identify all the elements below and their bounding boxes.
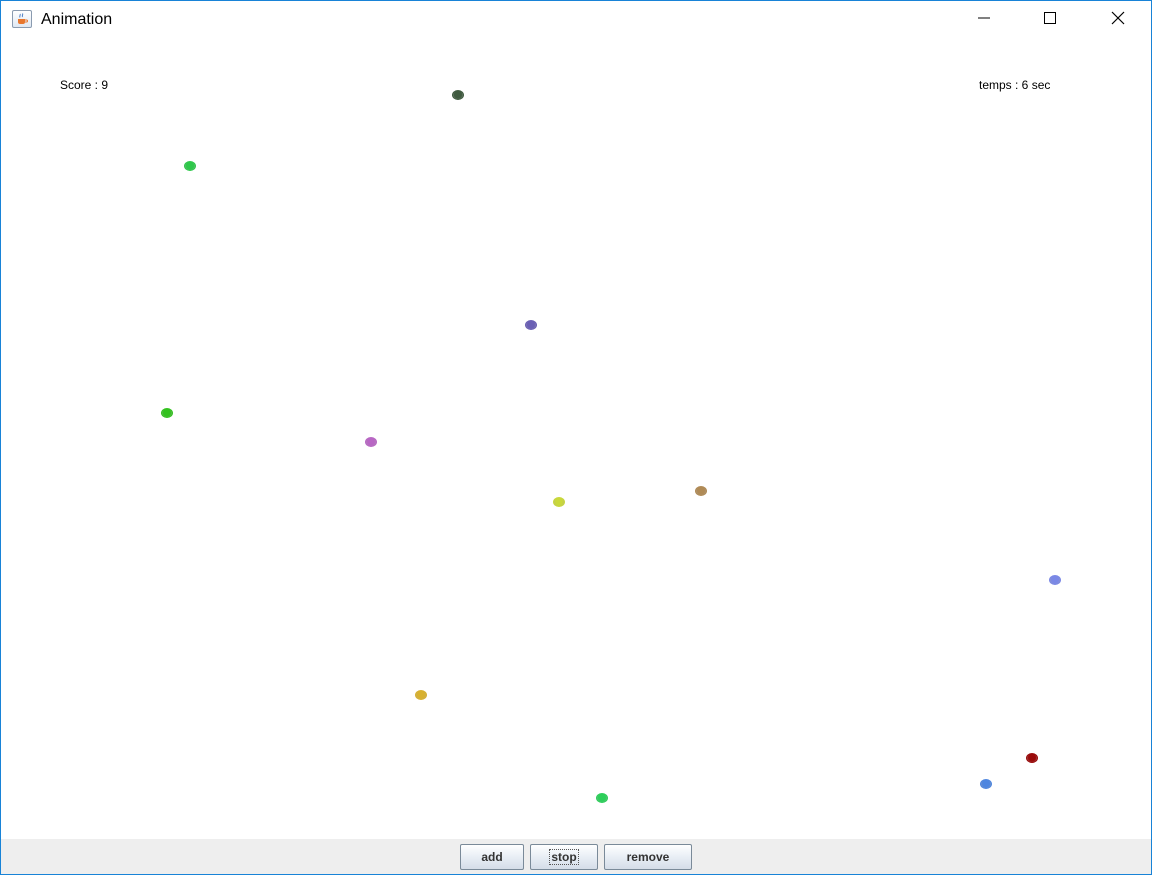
- score-label: Score : 9: [60, 78, 109, 92]
- app-window: Animation Score : 9 temps : 6 sec add st…: [0, 0, 1152, 875]
- ball: [980, 779, 992, 789]
- title-bar[interactable]: Animation: [1, 1, 1151, 39]
- ball: [365, 437, 377, 447]
- window-title: Animation: [41, 11, 113, 28]
- time-label: temps : 6 sec: [979, 78, 1051, 92]
- maximize-icon: [1044, 11, 1056, 29]
- animation-canvas[interactable]: Score : 9 temps : 6 sec: [1, 39, 1151, 839]
- ball: [161, 408, 173, 418]
- minimize-icon: [978, 11, 990, 29]
- minimize-button[interactable]: [961, 1, 1007, 39]
- ball: [553, 497, 565, 507]
- remove-button[interactable]: remove: [604, 844, 692, 870]
- ball: [415, 690, 427, 700]
- ball: [525, 320, 537, 330]
- ball: [695, 486, 707, 496]
- ball: [452, 90, 464, 100]
- stop-button[interactable]: stop: [530, 844, 598, 870]
- close-button[interactable]: [1095, 1, 1141, 39]
- close-icon: [1111, 11, 1125, 30]
- ball: [1049, 575, 1061, 585]
- add-button[interactable]: add: [460, 844, 524, 870]
- ball: [1026, 753, 1038, 763]
- java-cup-icon: [12, 10, 32, 28]
- ball: [596, 793, 608, 803]
- stop-button-label: stop: [549, 849, 579, 865]
- button-panel: add stop remove: [1, 839, 1151, 874]
- maximize-button[interactable]: [1027, 1, 1073, 39]
- ball: [184, 161, 196, 171]
